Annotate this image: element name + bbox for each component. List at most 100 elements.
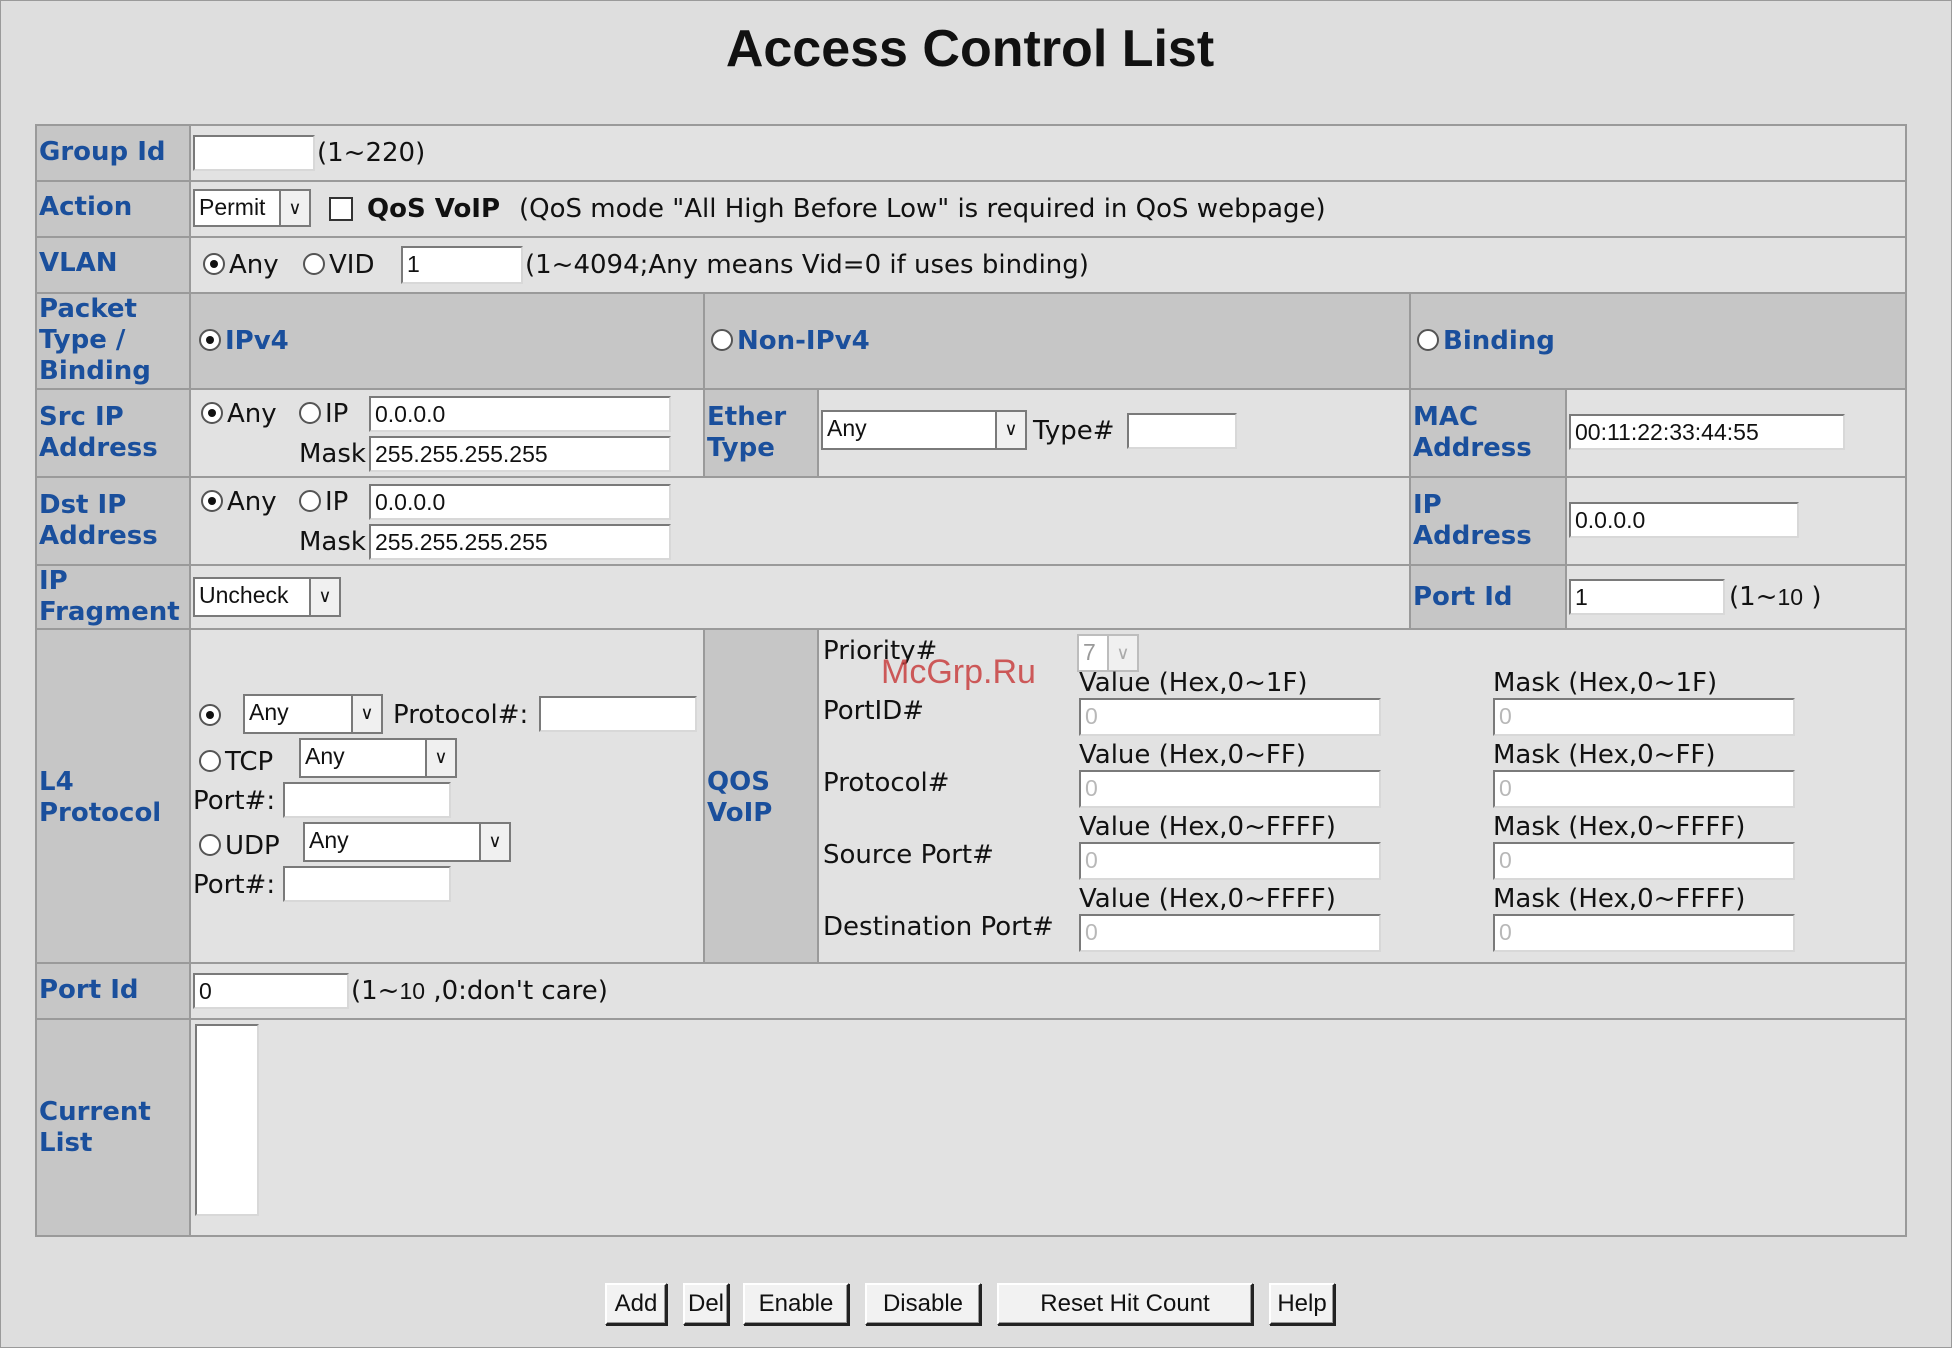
reset-hit-count-button[interactable]: Reset Hit Count — [997, 1283, 1253, 1325]
mac-address-label-2: Address — [1413, 433, 1532, 463]
current-list-box[interactable] — [195, 1024, 259, 1216]
qos-protocol-value-input[interactable]: 0 — [1079, 770, 1381, 808]
current-list-cell — [191, 1020, 1905, 1235]
qos-mask-label: Mask (Hex,0~FFFF) — [1493, 884, 1746, 914]
packet-binding-radio[interactable] — [1417, 329, 1439, 351]
dst-ip-any-radio[interactable] — [201, 490, 223, 512]
l4-any-select[interactable]: Any ∨ — [243, 694, 383, 734]
qos-source-port-mask-input[interactable]: 0 — [1493, 842, 1795, 880]
ether-type-cell: Any ∨ Type# — [819, 390, 1409, 476]
src-ip-ip-radio[interactable] — [299, 402, 321, 424]
binding-port-id-label: Port Id — [1413, 582, 1513, 612]
qos-portid-value-input[interactable]: 0 — [1079, 698, 1381, 736]
ether-type-label-1: Ether — [707, 402, 787, 432]
group-id-input[interactable] — [193, 135, 315, 171]
ether-type-number-input[interactable] — [1127, 413, 1237, 449]
src-ip-cell: Any IP 0.0.0.0 Mask 255.255.255.255 — [191, 390, 703, 476]
qos-row-label: Destination Port# — [823, 912, 1054, 942]
ether-type-select-value: Any — [827, 415, 867, 441]
qos-portid-mask-input[interactable]: 0 — [1493, 698, 1795, 736]
packet-ipv4-radio[interactable] — [199, 329, 221, 351]
page-title: Access Control List — [725, 20, 1215, 78]
ip-address-cell: 0.0.0.0 — [1567, 478, 1905, 564]
group-id-cell: (1~220) — [191, 126, 1905, 180]
ether-type-label-2: Type — [707, 433, 775, 463]
l4-udp-select[interactable]: Any ∨ — [303, 822, 511, 862]
packet-non-ipv4-label: Non-IPv4 — [737, 326, 870, 356]
src-ip-any-radio[interactable] — [201, 402, 223, 424]
vlan-vid-radio[interactable] — [303, 253, 325, 275]
qos-voip-checkbox[interactable] — [329, 197, 353, 221]
vlan-vid-input[interactable]: 1 — [401, 246, 523, 284]
ip-fragment-cell: Uncheck ∨ — [191, 566, 1409, 628]
l4-tcp-select[interactable]: Any ∨ — [299, 738, 457, 778]
l4-udp-port-label: Port#: — [193, 870, 276, 900]
qos-priority-value: 7 — [1083, 639, 1096, 665]
l4-udp-port-input[interactable] — [283, 866, 451, 902]
action-select[interactable]: Permit ∨ — [193, 189, 311, 227]
disable-button[interactable]: Disable — [865, 1283, 981, 1325]
qos-destination-port-value-input[interactable]: 0 — [1079, 914, 1381, 952]
packet-type-label-1: Packet — [39, 294, 137, 324]
packet-type-label-2: Type / — [39, 325, 126, 355]
packet-non-ipv4-radio[interactable] — [711, 329, 733, 351]
l4-tcp-port-input[interactable] — [283, 782, 451, 818]
del-button[interactable]: Del — [683, 1283, 729, 1325]
vlan-any-label: Any — [229, 250, 279, 280]
chevron-down-icon: ∨ — [309, 579, 339, 615]
qos-mask-label: Mask (Hex,0~1F) — [1493, 668, 1718, 698]
port-id-label: Port Id — [39, 975, 139, 1005]
l4-any-select-value: Any — [249, 699, 289, 725]
enable-button[interactable]: Enable — [743, 1283, 849, 1325]
src-ip-label-cell: Src IP Address — [37, 390, 189, 476]
binding-port-id-input[interactable]: 1 — [1569, 579, 1725, 615]
ip-address-label-cell: IP Address — [1411, 478, 1565, 564]
qos-priority-select[interactable]: 7 ∨ — [1077, 634, 1139, 672]
help-button[interactable]: Help — [1269, 1283, 1335, 1325]
vlan-label-cell: VLAN — [37, 238, 189, 292]
dst-ip-ip-radio[interactable] — [299, 490, 321, 512]
mac-address-label-1: MAC — [1413, 402, 1479, 432]
ip-fragment-label-cell: IP Fragment — [37, 566, 189, 628]
mac-address-input[interactable]: 00:11:22:33:44:55 — [1569, 414, 1845, 450]
qos-source-port-value-input[interactable]: 0 — [1079, 842, 1381, 880]
dst-ip-mask-input[interactable]: 255.255.255.255 — [369, 524, 671, 560]
packet-non-ipv4-cell: Non-IPv4 — [705, 294, 1409, 388]
src-ip-mask-input[interactable]: 255.255.255.255 — [369, 436, 671, 472]
ip-fragment-select[interactable]: Uncheck ∨ — [193, 577, 341, 617]
binding-port-hint-close: ) — [1803, 582, 1822, 612]
dst-ip-input[interactable]: 0.0.0.0 — [369, 484, 671, 520]
ether-type-select[interactable]: Any ∨ — [821, 410, 1027, 450]
dst-ip-label-cell: Dst IP Address — [37, 478, 189, 564]
qos-destination-port-mask-input[interactable]: 0 — [1493, 914, 1795, 952]
dst-ip-any-label: Any — [227, 487, 277, 517]
src-ip-ip-label: IP — [325, 399, 349, 429]
l4-tcp-radio[interactable] — [199, 750, 221, 772]
watermark: McGrp.Ru — [881, 653, 1036, 691]
binding-port-id-cell: 1 (1~10 ) — [1567, 566, 1905, 628]
qos-voip-label: QoS VoIP — [367, 194, 501, 224]
l4-protocol-number-input[interactable] — [539, 696, 697, 732]
l4-tcp-label: TCP — [225, 747, 274, 777]
l4-any-radio[interactable] — [199, 704, 221, 726]
action-label-cell: Action — [37, 182, 189, 236]
l4-udp-select-value: Any — [309, 827, 349, 853]
packet-type-label-cell: Packet Type / Binding — [37, 294, 189, 388]
l4-udp-radio[interactable] — [199, 834, 221, 856]
src-ip-label-1: Src IP — [39, 402, 124, 432]
port-id-input[interactable]: 0 — [193, 973, 349, 1009]
binding-ip-input[interactable]: 0.0.0.0 — [1569, 502, 1799, 538]
action-cell: Permit ∨ QoS VoIP (QoS mode "All High Bef… — [191, 182, 1905, 236]
port-id-hint-open: (1~ — [351, 976, 400, 1006]
add-button[interactable]: Add — [605, 1283, 667, 1325]
l4-protocol-cell: Any ∨ Protocol#: TCP Any ∨ Port#: UDP Any ∨… — [191, 630, 703, 962]
chevron-down-icon: ∨ — [995, 412, 1025, 448]
ip-fragment-label-1: IP — [39, 566, 68, 596]
src-ip-input[interactable]: 0.0.0.0 — [369, 396, 671, 432]
vlan-any-radio[interactable] — [203, 253, 225, 275]
qos-protocol-mask-input[interactable]: 0 — [1493, 770, 1795, 808]
ether-type-number-label: Type# — [1033, 416, 1115, 446]
group-id-hint: (1~220) — [317, 138, 426, 168]
vlan-cell: Any VID 1 (1~4094;Any means Vid=0 if use… — [191, 238, 1905, 292]
packet-ipv4-label: IPv4 — [225, 326, 289, 356]
